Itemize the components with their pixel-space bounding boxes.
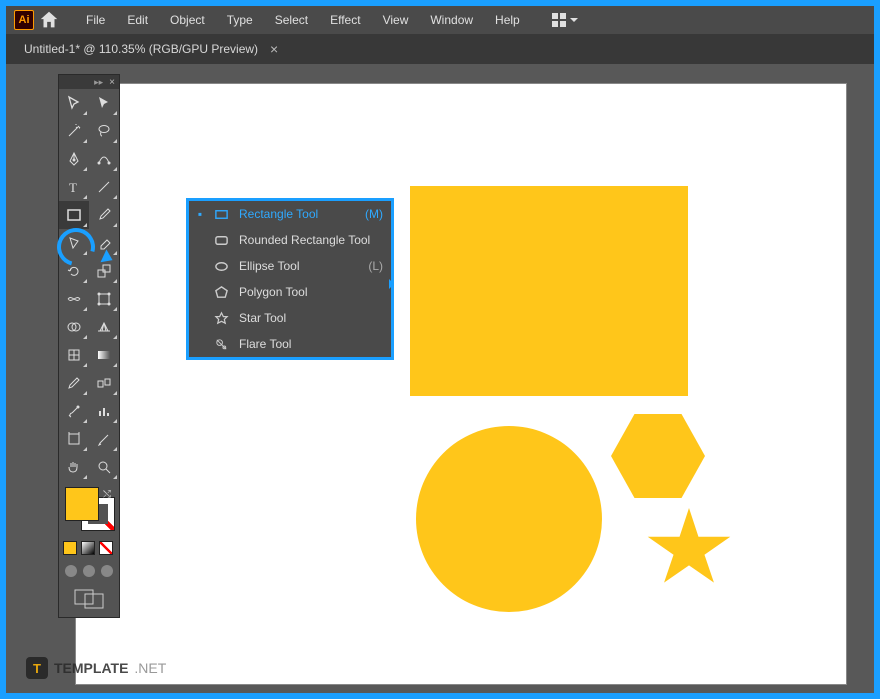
- artboard-tool[interactable]: [59, 425, 89, 453]
- flyout-label: Rectangle Tool: [239, 207, 355, 221]
- document-tabbar: Untitled-1* @ 110.35% (RGB/GPU Preview) …: [6, 34, 874, 64]
- document-title: Untitled-1* @ 110.35% (RGB/GPU Preview): [24, 42, 258, 56]
- menu-edit[interactable]: Edit: [117, 9, 158, 31]
- close-panel-icon[interactable]: ×: [109, 77, 115, 88]
- pen-tool[interactable]: [59, 145, 89, 173]
- tools-panel: ▸▸ × T: [58, 74, 120, 618]
- type-tool[interactable]: T: [59, 173, 89, 201]
- line-segment-tool[interactable]: [89, 173, 119, 201]
- menubar: Ai File Edit Object Type Select Effect V…: [6, 6, 874, 34]
- close-tab-icon[interactable]: ×: [270, 41, 278, 57]
- selection-tool[interactable]: [59, 89, 89, 117]
- panel-header: ▸▸ ×: [59, 75, 119, 89]
- eyedropper-tool[interactable]: [59, 369, 89, 397]
- watermark-logo: T: [26, 657, 48, 679]
- mesh-tool[interactable]: [59, 341, 89, 369]
- slice-tool[interactable]: [89, 425, 119, 453]
- ellipse-shape[interactable]: [416, 426, 602, 612]
- magic-wand-tool[interactable]: [59, 117, 89, 145]
- flyout-label: Flare Tool: [239, 337, 373, 351]
- flyout-ellipse[interactable]: Ellipse Tool (L): [189, 253, 391, 279]
- free-transform-tool[interactable]: [89, 285, 119, 313]
- selected-bullet-icon: ▪: [197, 207, 203, 221]
- curvature-tool[interactable]: [89, 145, 119, 173]
- fill-stroke-swatch[interactable]: ⤭: [63, 487, 115, 531]
- width-tool[interactable]: [59, 285, 89, 313]
- flyout-label: Polygon Tool: [239, 285, 373, 299]
- menu-items: File Edit Object Type Select Effect View…: [76, 9, 530, 31]
- draw-behind-icon[interactable]: [83, 565, 95, 577]
- flyout-label: Star Tool: [239, 311, 373, 325]
- draw-mode-row: [59, 561, 119, 581]
- menu-help[interactable]: Help: [485, 9, 530, 31]
- perspective-grid-tool[interactable]: [89, 313, 119, 341]
- app-window: Ai File Edit Object Type Select Effect V…: [6, 6, 874, 693]
- flare-icon: [213, 336, 229, 352]
- color-swatches: ⤭: [59, 481, 119, 539]
- menu-effect[interactable]: Effect: [320, 9, 370, 31]
- workspace: [6, 64, 874, 693]
- column-graph-tool[interactable]: [89, 397, 119, 425]
- flyout-shortcut: (L): [368, 259, 383, 273]
- flyout-tearoff-icon[interactable]: [389, 279, 394, 289]
- ellipse-icon: [213, 258, 229, 274]
- swap-fill-stroke-icon[interactable]: ⤭: [103, 489, 111, 500]
- watermark-text-bold: TEMPLATE: [54, 660, 128, 676]
- hand-tool[interactable]: [59, 453, 89, 481]
- flyout-rectangle[interactable]: ▪ Rectangle Tool (M): [189, 201, 391, 227]
- collapse-icon[interactable]: ▸▸: [94, 77, 103, 88]
- color-mode-solid[interactable]: [63, 541, 77, 555]
- gradient-tool[interactable]: [89, 341, 119, 369]
- draw-normal-icon[interactable]: [65, 565, 77, 577]
- polygon-shape[interactable]: [611, 414, 705, 498]
- fill-swatch[interactable]: [65, 487, 99, 521]
- flyout-label: Ellipse Tool: [239, 259, 358, 273]
- zoom-tool[interactable]: [89, 453, 119, 481]
- color-mode-gradient[interactable]: [81, 541, 95, 555]
- flyout-flare[interactable]: Flare Tool: [189, 331, 391, 357]
- tool-grid: T: [59, 89, 119, 481]
- draw-inside-icon[interactable]: [101, 565, 113, 577]
- workspace-switcher[interactable]: [544, 9, 586, 31]
- flyout-shortcut: (M): [365, 207, 383, 221]
- direct-selection-tool[interactable]: [89, 89, 119, 117]
- flyout-label: Rounded Rectangle Tool: [239, 233, 373, 247]
- flyout-star[interactable]: Star Tool: [189, 305, 391, 331]
- shape-builder-tool[interactable]: [59, 313, 89, 341]
- paintbrush-tool[interactable]: [89, 201, 119, 229]
- rectangle-shape[interactable]: [410, 186, 688, 396]
- screen-mode[interactable]: [59, 581, 119, 617]
- watermark-text-light: .NET: [134, 660, 166, 676]
- star-icon: [213, 310, 229, 326]
- star-shape[interactable]: [646, 508, 732, 590]
- lasso-tool[interactable]: [89, 117, 119, 145]
- menu-view[interactable]: View: [373, 9, 419, 31]
- rectangle-tool[interactable]: [59, 201, 89, 229]
- svg-text:T: T: [69, 180, 77, 195]
- menu-file[interactable]: File: [76, 9, 115, 31]
- symbol-sprayer-tool[interactable]: [59, 397, 89, 425]
- polygon-icon: [213, 284, 229, 300]
- rectangle-icon: [213, 206, 229, 222]
- flyout-polygon[interactable]: Polygon Tool: [189, 279, 391, 305]
- rounded-rectangle-icon: [213, 232, 229, 248]
- menu-object[interactable]: Object: [160, 9, 215, 31]
- watermark: T TEMPLATE .NET: [26, 657, 166, 679]
- blend-tool[interactable]: [89, 369, 119, 397]
- app-logo: Ai: [14, 10, 34, 30]
- shape-tool-flyout: ▪ Rectangle Tool (M) Rounded Rectangle T…: [186, 198, 394, 360]
- document-tab[interactable]: Untitled-1* @ 110.35% (RGB/GPU Preview) …: [16, 41, 286, 57]
- color-mode-row: [59, 539, 119, 561]
- home-icon[interactable]: [38, 9, 60, 31]
- menu-type[interactable]: Type: [217, 9, 263, 31]
- artboard[interactable]: [76, 84, 846, 684]
- flyout-rounded-rectangle[interactable]: Rounded Rectangle Tool: [189, 227, 391, 253]
- menu-window[interactable]: Window: [420, 9, 483, 31]
- color-mode-none[interactable]: [99, 541, 113, 555]
- menu-select[interactable]: Select: [265, 9, 318, 31]
